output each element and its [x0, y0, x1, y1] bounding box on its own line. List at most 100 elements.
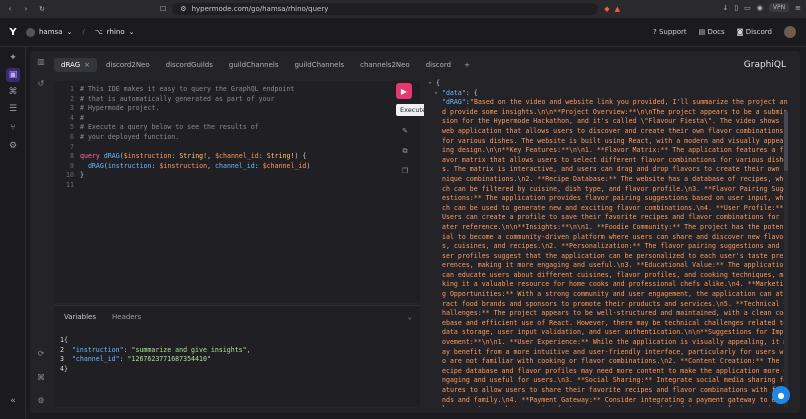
play-icon: ▶: [400, 86, 408, 96]
tab-variables[interactable]: Variables: [64, 313, 96, 321]
docs-link[interactable]: ▤ Docs: [699, 28, 725, 36]
add-tab-button[interactable]: +: [460, 61, 474, 69]
support-link[interactable]: ? Support: [653, 28, 687, 36]
tab-label: dRAG: [61, 61, 81, 69]
org-name[interactable]: hamsa: [39, 28, 62, 36]
code-line: 7: [60, 143, 310, 153]
doc-icon: ▤: [698, 28, 706, 36]
url-text[interactable]: hypermode.com/go/hamsa/rhino/query: [192, 5, 329, 13]
graphiql-sidebar: ▥ ↺ ⟳ ⌘ ⚙: [30, 51, 52, 413]
shield-icon[interactable]: ◆: [604, 5, 609, 13]
tab-discord2neo[interactable]: discord2Neo: [99, 58, 157, 72]
line-number: 11: [66, 180, 74, 189]
help-icon: ?: [653, 28, 657, 36]
tab-discordguilds[interactable]: discordGuilds: [159, 58, 220, 72]
code-comment: # that is automatically generated as par…: [80, 94, 275, 103]
code-line: 8 query dRAG($instruction: String!, $chan…: [60, 152, 310, 162]
address-bar[interactable]: ⚙ hypermode.com/go/hamsa/rhino/query: [172, 3, 599, 15]
code-comment: # your deployed function.: [80, 132, 180, 141]
code-line: 6 # your deployed function.: [60, 133, 310, 143]
merge-fragments-icon[interactable]: ⧉: [400, 147, 410, 167]
support-label: Support: [658, 28, 687, 36]
json-key: "data": [441, 88, 466, 97]
tune-icon[interactable]: ⚙: [180, 5, 186, 13]
collapse-icon[interactable]: «: [6, 394, 20, 408]
query-icon[interactable]: ▣: [6, 68, 20, 82]
line-number: 2: [60, 345, 64, 354]
discord-link[interactable]: ◙ Discord: [737, 28, 772, 36]
settings-icon[interactable]: ⚙: [6, 139, 20, 153]
functions-icon[interactable]: ✦: [6, 51, 20, 65]
vpn-button[interactable]: VPN: [768, 3, 790, 12]
graphiql-settings-icon[interactable]: ⚙: [36, 396, 46, 406]
forward-icon[interactable]: ›: [21, 5, 31, 13]
project-name[interactable]: rhino: [107, 28, 125, 36]
variable-name: $channel_id: [215, 152, 259, 161]
tab-guildchannels-2[interactable]: guildChannels: [287, 58, 351, 72]
back-icon[interactable]: ‹: [5, 5, 15, 13]
copy-query-icon[interactable]: ❐: [400, 167, 410, 187]
user-avatar[interactable]: [784, 26, 796, 38]
wallet-icon[interactable]: ▭: [744, 4, 751, 12]
line-number: 4: [70, 113, 74, 122]
scrollbar-thumb[interactable]: [784, 111, 788, 171]
variables-panel[interactable]: Variables Headers ⌄ 1{ 2 "instruction": …: [54, 305, 420, 407]
sidebar-icon[interactable]: ▯: [734, 4, 738, 12]
chat-support-button[interactable]: ●: [772, 386, 790, 404]
json-key: "dRAG": [442, 98, 466, 107]
logs-icon[interactable]: ☰: [6, 102, 20, 116]
tab-headers[interactable]: Headers: [112, 313, 141, 321]
code-line: 3 "channel_id": "1267623771687354410": [60, 355, 211, 364]
reload-icon[interactable]: ↻: [37, 5, 47, 13]
code-line: 4 #: [60, 114, 310, 124]
deployments-icon[interactable]: ⑂: [6, 121, 20, 135]
variables-code[interactable]: 1{ 2 "instruction": "summarize and give …: [60, 336, 251, 374]
chevron-updown-icon[interactable]: ⌄: [66, 28, 72, 36]
discord-label: Discord: [745, 28, 772, 36]
query-tabs: dRAG × discord2Neo discordGuilds guildCha…: [54, 57, 474, 73]
prettify-icon[interactable]: ✎: [400, 127, 410, 147]
bookmark-icon[interactable]: ☐: [160, 5, 166, 13]
execute-query-button[interactable]: ▶: [396, 83, 412, 99]
line-number: 7: [70, 142, 74, 151]
variable-name: $instruction: [123, 152, 172, 161]
line-number: 6: [70, 132, 74, 141]
profile-icon[interactable]: ◉: [757, 4, 763, 12]
download-icon[interactable]: ↓: [722, 4, 728, 12]
result-scrollbar[interactable]: [784, 111, 788, 407]
refetch-schema-icon[interactable]: ⟳: [36, 349, 46, 359]
close-icon[interactable]: ×: [84, 61, 90, 69]
code-line: 1{: [60, 336, 251, 346]
fold-icon[interactable]: ▾: [434, 89, 438, 97]
tab-channels2neo[interactable]: channels2Neo: [353, 58, 417, 72]
query-editor[interactable]: 1 # This IDE makes it easy to query the G…: [54, 81, 420, 303]
shortcuts-icon[interactable]: ⌘: [36, 373, 46, 383]
chat-icon: ●: [777, 390, 785, 400]
menu-icon[interactable]: ≡: [795, 4, 801, 12]
keyword: query: [80, 152, 100, 161]
result-panel[interactable]: ▾ { ▾ "data": { "dRAG": "Based on the vi…: [424, 77, 794, 407]
type-name: String!: [179, 152, 208, 161]
app-header: Y hamsa ⌄ / ⌥ rhino ⌄ ? Support ▤ Docs ◙…: [0, 18, 806, 47]
code-line: 10}: [60, 171, 310, 181]
query-code[interactable]: 1 # This IDE makes it easy to query the G…: [60, 85, 310, 191]
closing-brace: }: [63, 364, 68, 373]
tab-drag[interactable]: dRAG ×: [54, 58, 97, 72]
result-code[interactable]: ▾ { ▾ "data": { "dRAG": "Based on the vi…: [428, 79, 790, 407]
warning-icon[interactable]: ▲: [615, 5, 620, 13]
tab-discord[interactable]: discord: [419, 58, 458, 72]
editor-tools: ✎ ⧉ ❐: [400, 127, 410, 187]
line-number: 5: [70, 123, 74, 132]
docs-label: Docs: [707, 28, 725, 36]
left-rail: ✦ ▣ ⌘ ☰ ⑂ ⚙ «: [0, 47, 26, 419]
line-number: 2: [70, 94, 74, 103]
tab-guildchannels[interactable]: guildChannels: [222, 58, 286, 72]
models-icon[interactable]: ⌘: [6, 85, 20, 99]
hypermode-logo-icon[interactable]: Y: [0, 27, 26, 38]
chevron-updown-icon[interactable]: ⌄: [129, 28, 135, 36]
chevron-down-icon[interactable]: ⌄: [408, 313, 412, 321]
docs-explorer-icon[interactable]: ▥: [36, 57, 46, 67]
line-number: 1: [70, 85, 74, 93]
fold-icon[interactable]: ▾: [428, 79, 432, 87]
history-icon[interactable]: ↺: [36, 79, 46, 89]
